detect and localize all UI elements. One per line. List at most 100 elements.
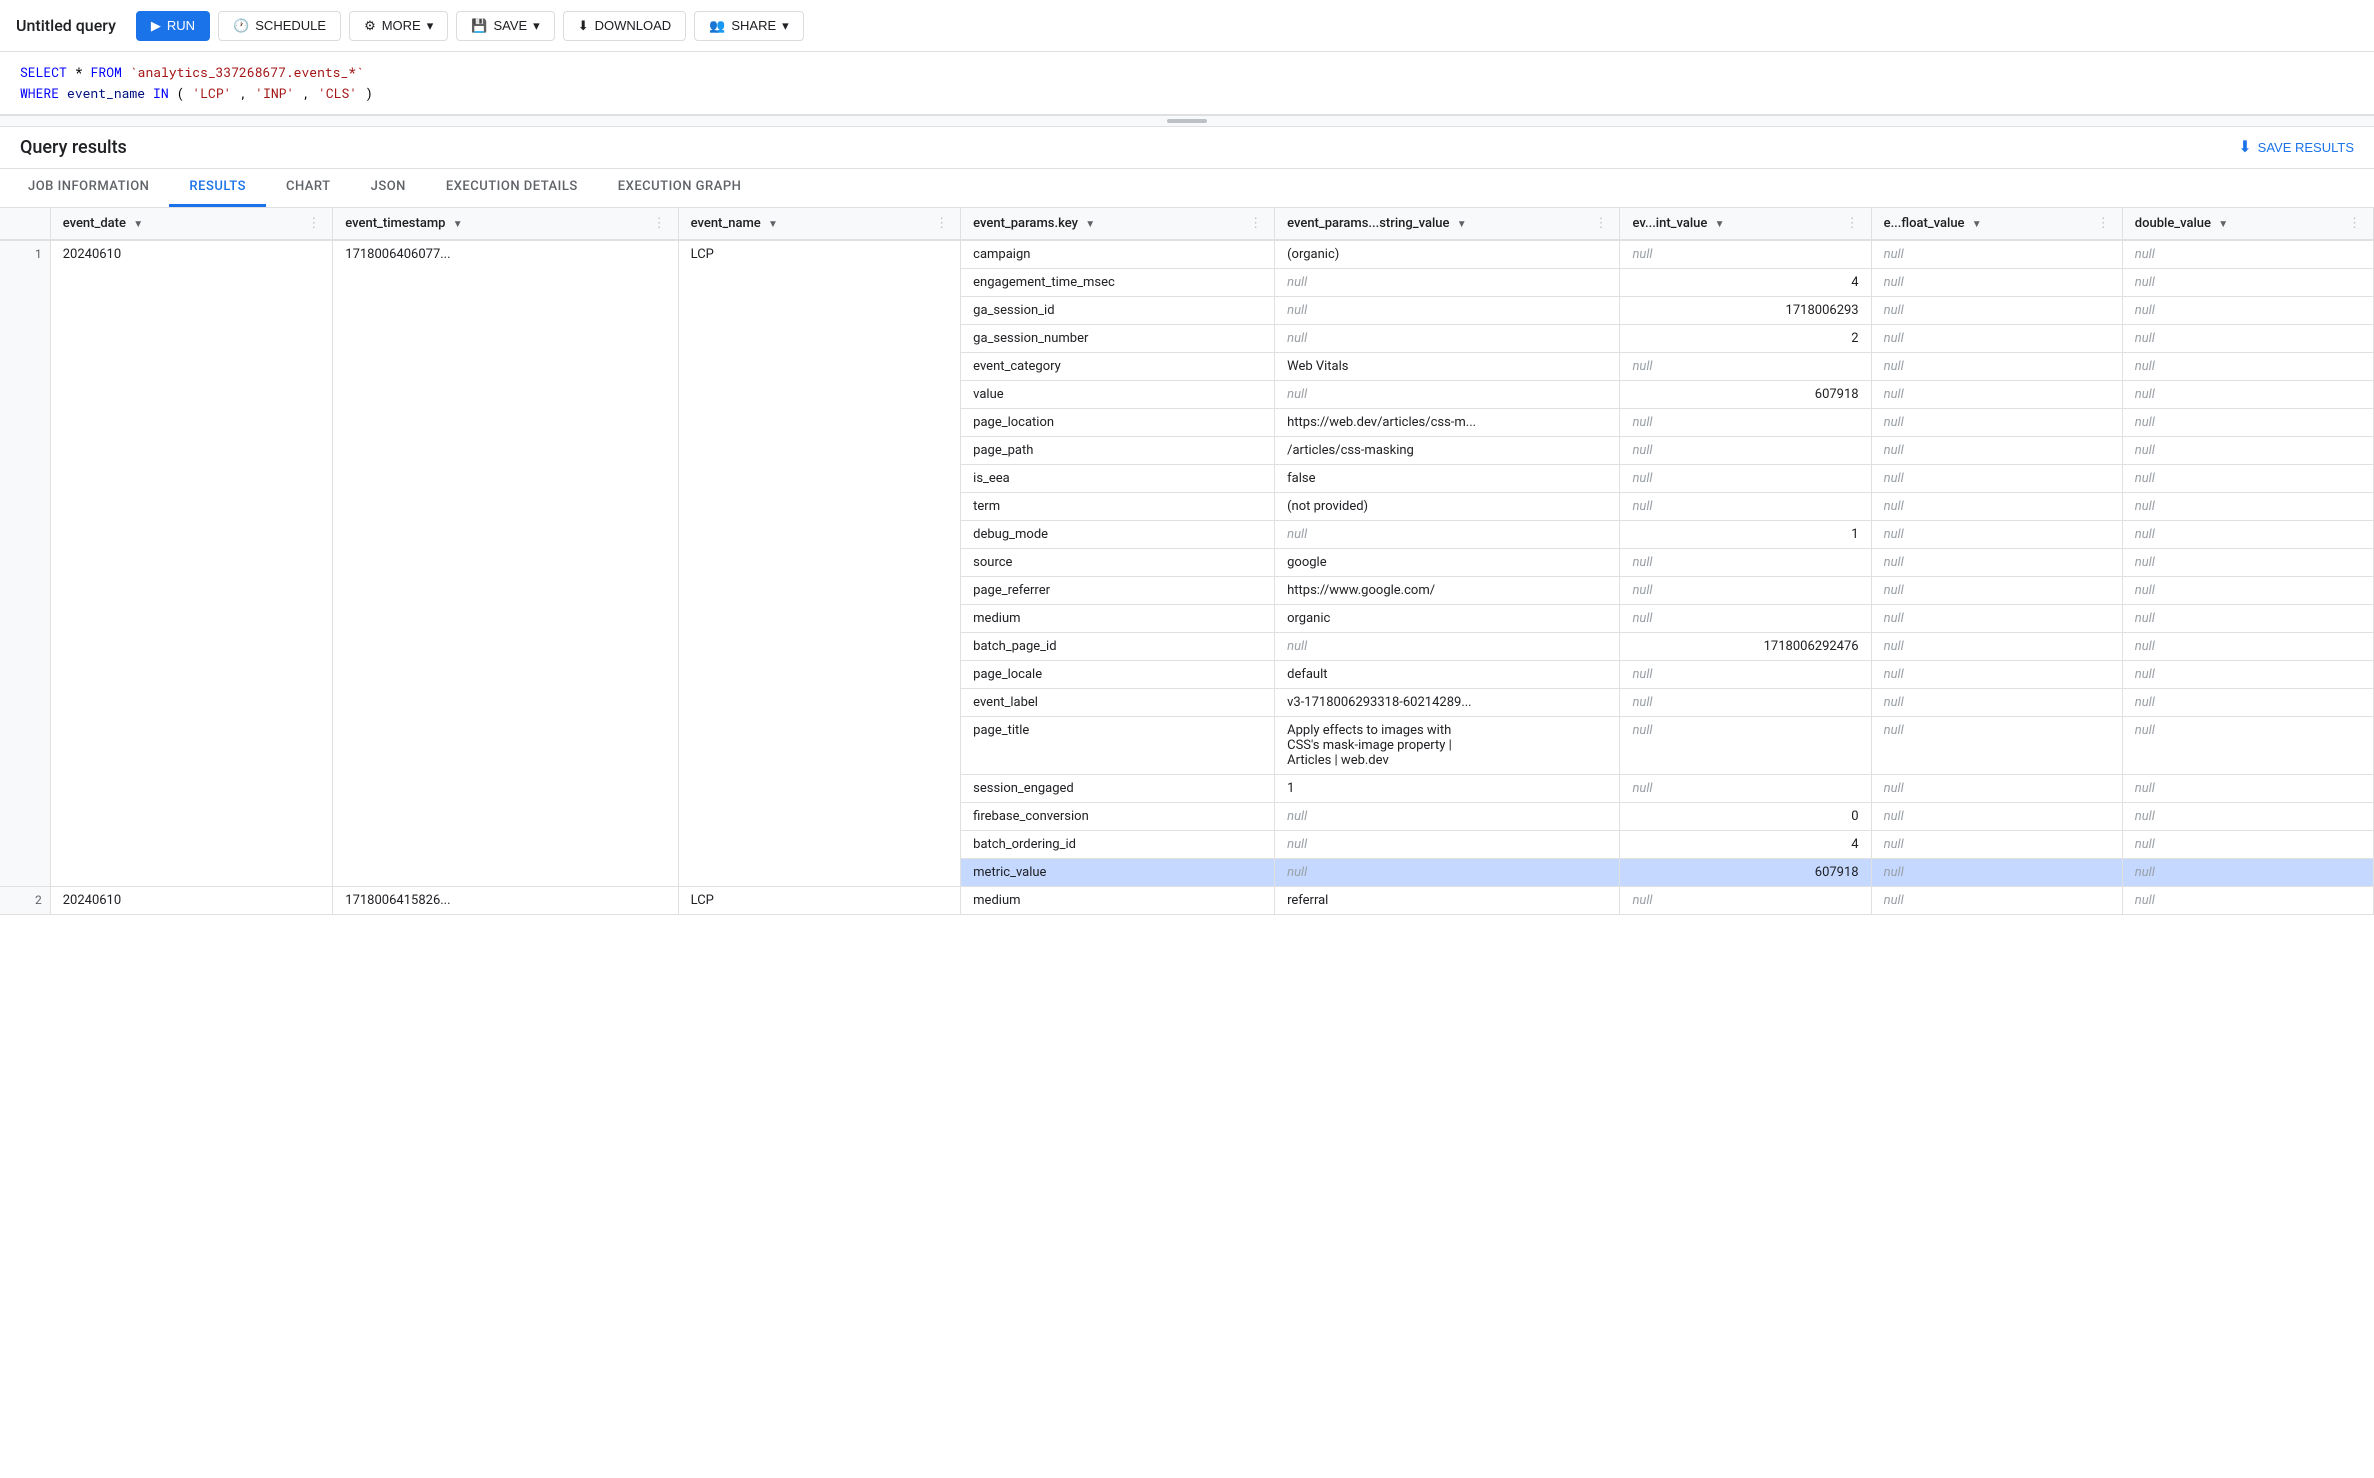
tab-job-information[interactable]: JOB INFORMATION: [8, 169, 169, 207]
string-value-cell: null: [1275, 858, 1620, 886]
more-button[interactable]: ⚙ MORE ▾: [349, 11, 448, 41]
double-value-cell: null: [2122, 660, 2373, 688]
resize-event-name[interactable]: ⋮: [935, 216, 948, 231]
double-value-cell: null: [2122, 464, 2373, 492]
string-value-cell: referral: [1275, 886, 1620, 914]
float-value-cell: null: [1871, 324, 2122, 352]
params-key-cell: ga_session_number: [961, 324, 1275, 352]
resize-float-value[interactable]: ⋮: [2097, 216, 2110, 231]
run-button[interactable]: ▶ RUN: [136, 11, 210, 41]
string-value-cell: organic: [1275, 604, 1620, 632]
float-value-cell: null: [1871, 604, 2122, 632]
float-value-cell: null: [1871, 660, 2122, 688]
save-icon: 💾: [471, 18, 487, 34]
double-value-cell: null: [2122, 632, 2373, 660]
resize-params-key[interactable]: ⋮: [1249, 216, 1262, 231]
col-header-string-value[interactable]: event_params...string_value ▼ ⋮: [1275, 208, 1620, 240]
download-icon: ⬇: [578, 18, 589, 34]
float-value-cell: null: [1871, 464, 2122, 492]
share-button[interactable]: 👥 SHARE ▾: [694, 11, 804, 41]
col-header-rownum: [0, 208, 50, 240]
string-value-cell: false: [1275, 464, 1620, 492]
col-header-double-value[interactable]: double_value ▼ ⋮: [2122, 208, 2373, 240]
schedule-button[interactable]: 🕐 SCHEDULE: [218, 11, 341, 41]
resize-int-value[interactable]: ⋮: [1846, 216, 1859, 231]
params-key-cell: debug_mode: [961, 520, 1275, 548]
int-value-cell: null: [1620, 408, 1871, 436]
double-value-cell: null: [2122, 408, 2373, 436]
int-value-cell: null: [1620, 492, 1871, 520]
tab-chart[interactable]: CHART: [266, 169, 351, 207]
double-value-cell: null: [2122, 830, 2373, 858]
event-date-cell: 20240610: [50, 886, 333, 914]
float-value-cell: null: [1871, 380, 2122, 408]
params-key-cell: ga_session_id: [961, 296, 1275, 324]
sort-icon-event-timestamp: ▼: [453, 219, 463, 230]
string-value-cell: null: [1275, 268, 1620, 296]
schedule-icon: 🕐: [233, 18, 249, 34]
params-key-cell: term: [961, 492, 1275, 520]
double-value-cell: null: [2122, 352, 2373, 380]
int-value-cell: null: [1620, 660, 1871, 688]
double-value-cell: null: [2122, 520, 2373, 548]
col-header-event-date[interactable]: event_date ▼ ⋮: [50, 208, 333, 240]
resize-event-timestamp[interactable]: ⋮: [653, 216, 666, 231]
query-title: Untitled query: [16, 16, 116, 35]
resize-event-date[interactable]: ⋮: [307, 216, 320, 231]
col-header-event-timestamp[interactable]: event_timestamp ▼ ⋮: [333, 208, 678, 240]
int-value-cell: 2: [1620, 324, 1871, 352]
int-value-cell: 607918: [1620, 858, 1871, 886]
sort-icon-event-name: ▼: [768, 219, 778, 230]
tab-json[interactable]: JSON: [351, 169, 426, 207]
float-value-cell: null: [1871, 858, 2122, 886]
double-value-cell: null: [2122, 548, 2373, 576]
params-key-cell: medium: [961, 886, 1275, 914]
col-header-event-name[interactable]: event_name ▼ ⋮: [678, 208, 961, 240]
results-table-container[interactable]: event_date ▼ ⋮ event_timestamp ▼ ⋮ event…: [0, 208, 2374, 1450]
gear-icon: ⚙: [364, 18, 376, 34]
save-results-icon: ⬇: [2238, 137, 2251, 157]
string-value-cell: null: [1275, 802, 1620, 830]
float-value-cell: null: [1871, 802, 2122, 830]
float-value-cell: null: [1871, 436, 2122, 464]
tab-execution-graph[interactable]: EXECUTION GRAPH: [598, 169, 762, 207]
float-value-cell: null: [1871, 830, 2122, 858]
params-key-cell: event_category: [961, 352, 1275, 380]
resize-handle: [1167, 119, 1207, 123]
col-header-int-value[interactable]: ev...int_value ▼ ⋮: [1620, 208, 1871, 240]
string-value-cell: 1: [1275, 774, 1620, 802]
tab-execution-details[interactable]: EXECUTION DETAILS: [426, 169, 598, 207]
save-results-button[interactable]: ⬇ SAVE RESULTS: [2238, 137, 2354, 157]
event-name-cell: LCP: [678, 886, 961, 914]
resize-double-value[interactable]: ⋮: [2348, 216, 2361, 231]
save-button[interactable]: 💾 SAVE ▾: [456, 11, 554, 41]
int-value-cell: null: [1620, 716, 1871, 774]
tab-results[interactable]: RESULTS: [169, 169, 266, 207]
string-value-cell: null: [1275, 632, 1620, 660]
row-num-cell: 1: [0, 240, 50, 887]
results-tabs: JOB INFORMATION RESULTS CHART JSON EXECU…: [0, 169, 2374, 208]
query-editor[interactable]: SELECT * FROM `analytics_337268677.event…: [0, 52, 2374, 115]
params-key-cell: batch_ordering_id: [961, 830, 1275, 858]
int-value-cell: null: [1620, 886, 1871, 914]
float-value-cell: null: [1871, 774, 2122, 802]
int-value-cell: 4: [1620, 268, 1871, 296]
params-key-cell: batch_page_id: [961, 632, 1275, 660]
download-button[interactable]: ⬇ DOWNLOAD: [563, 11, 686, 41]
col-header-params-key[interactable]: event_params.key ▼ ⋮: [961, 208, 1275, 240]
sort-icon-event-date: ▼: [133, 219, 143, 230]
int-value-cell: null: [1620, 774, 1871, 802]
col-header-float-value[interactable]: e...float_value ▼ ⋮: [1871, 208, 2122, 240]
int-value-cell: 1718006293: [1620, 296, 1871, 324]
code-line-2: WHERE event_name IN ( 'LCP' , 'INP' , 'C…: [20, 83, 2354, 104]
double-value-cell: null: [2122, 492, 2373, 520]
int-value-cell: null: [1620, 576, 1871, 604]
string-value-cell: Web Vitals: [1275, 352, 1620, 380]
divider-handle[interactable]: [0, 115, 2374, 127]
params-key-cell: page_locale: [961, 660, 1275, 688]
resize-string-value[interactable]: ⋮: [1594, 216, 1607, 231]
string-value-cell: https://www.google.com/: [1275, 576, 1620, 604]
string-value-cell: default: [1275, 660, 1620, 688]
int-value-cell: 1718006292476: [1620, 632, 1871, 660]
params-key-cell: engagement_time_msec: [961, 268, 1275, 296]
